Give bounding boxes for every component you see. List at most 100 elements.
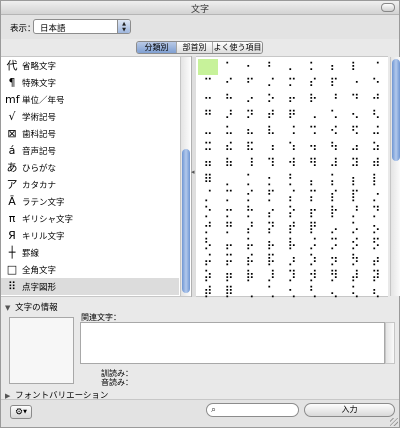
braille-cell[interactable]: ⡈: [198, 187, 218, 203]
braille-cell[interactable]: ⡫: [366, 235, 386, 251]
braille-cell[interactable]: ⡐: [366, 187, 386, 203]
braille-cell[interactable]: ⡝: [261, 219, 281, 235]
category-item[interactable]: 代省略文字: [1, 57, 179, 74]
braille-cell[interactable]: ⠔: [240, 91, 260, 107]
braille-cell[interactable]: ⠮: [219, 139, 239, 155]
braille-cell[interactable]: ⠯: [240, 139, 260, 155]
category-item[interactable]: ┼ 罫線: [1, 244, 179, 261]
resize-grip[interactable]: [390, 418, 398, 426]
braille-cell[interactable]: ⡤: [219, 235, 239, 251]
braille-cell[interactable]: ⡡: [345, 219, 365, 235]
braille-cell[interactable]: ⠉: [198, 75, 218, 91]
braille-cell[interactable]: ⠢: [345, 107, 365, 123]
title-bar[interactable]: 文字: [1, 1, 399, 15]
braille-cell[interactable]: ⠙: [345, 91, 365, 107]
category-item[interactable]: Я キリル文字: [1, 227, 179, 244]
braille-cell[interactable]: ⠎: [303, 75, 323, 91]
braille-cell[interactable]: ⡴: [366, 251, 386, 267]
braille-cell[interactable]: ⡒: [219, 203, 239, 219]
braille-cell[interactable]: ⢅: [345, 283, 365, 299]
braille-cell[interactable]: ⠧: [261, 123, 281, 139]
braille-cell[interactable]: ⡅: [324, 171, 344, 187]
braille-cell[interactable]: ⡦: [261, 235, 281, 251]
braille-cell[interactable]: ⡹: [282, 267, 302, 283]
braille-cell[interactable]: ⠇: [345, 59, 365, 75]
braille-cell[interactable]: ⠡: [324, 107, 344, 123]
category-list-scroll-thumb[interactable]: [182, 149, 190, 293]
braille-cell[interactable]: ⡇: [366, 171, 386, 187]
braille-cell[interactable]: ⠿: [198, 171, 218, 187]
braille-cell[interactable]: ⠟: [282, 107, 302, 123]
braille-cell[interactable]: ⡘: [345, 203, 365, 219]
braille-cell[interactable]: ⠁: [219, 59, 239, 75]
braille-cell[interactable]: ⠈: [366, 59, 386, 75]
braille-cell[interactable]: ⡊: [240, 187, 260, 203]
braille-cell[interactable]: ⡄: [303, 171, 323, 187]
braille-cell[interactable]: ⡧: [282, 235, 302, 251]
braille-cell[interactable]: ⡃: [282, 171, 302, 187]
category-item[interactable]: アカタカナ: [1, 176, 179, 193]
character-grid-scrollbar[interactable]: [390, 57, 400, 296]
braille-cell[interactable]: ⡽: [366, 267, 386, 283]
braille-cell[interactable]: ⠛: [198, 107, 218, 123]
braille-cell[interactable]: ⡗: [324, 203, 344, 219]
search-field[interactable]: ⌕: [206, 403, 299, 417]
braille-cell[interactable]: ⠠: [303, 107, 323, 123]
braille-cell[interactable]: ⠝: [240, 107, 260, 123]
braille-cell[interactable]: ⡙: [366, 203, 386, 219]
braille-cell[interactable]: ⡯: [261, 251, 281, 267]
related-characters-scrollbar[interactable]: [385, 322, 395, 364]
braille-cell[interactable]: ⠽: [345, 155, 365, 171]
braille-cell[interactable]: ⡆: [345, 171, 365, 187]
character-info-disclosure[interactable]: ▼ 文字の情報: [5, 301, 58, 313]
braille-cell[interactable]: ⠲: [303, 139, 323, 155]
braille-cell[interactable]: ⡓: [240, 203, 260, 219]
braille-cell[interactable]: ⠶: [198, 155, 218, 171]
category-item[interactable]: Ā ラテン文字: [1, 193, 179, 210]
braille-cell[interactable]: ⡕: [282, 203, 302, 219]
category-item[interactable]: √ 学術記号: [1, 108, 179, 125]
braille-cell[interactable]: ⡶: [219, 267, 239, 283]
tab-by-category[interactable]: 分類別: [137, 42, 177, 53]
category-item[interactable]: ¶ 特殊文字: [1, 74, 179, 91]
braille-cell[interactable]: ⡣: [198, 235, 218, 251]
braille-cell[interactable]: ⡉: [219, 187, 239, 203]
braille-cell[interactable]: ⠃: [261, 59, 281, 75]
braille-cell[interactable]: ⢁: [261, 283, 281, 299]
braille-cell[interactable]: ⢂: [282, 283, 302, 299]
braille-cell[interactable]: ⠏: [324, 75, 344, 91]
braille-cell[interactable]: ⡼: [345, 267, 365, 283]
braille-cell[interactable]: ⠕: [261, 91, 281, 107]
braille-cell[interactable]: ⠄: [282, 59, 302, 75]
braille-cell[interactable]: ⠆: [324, 59, 344, 75]
braille-cell[interactable]: ⠸: [240, 155, 260, 171]
braille-cell[interactable]: ⡿: [219, 283, 239, 299]
braille-cell[interactable]: ⡲: [324, 251, 344, 267]
braille-cell[interactable]: ⠼: [324, 155, 344, 171]
braille-cell[interactable]: ⡢: [366, 219, 386, 235]
braille-cell[interactable]: ⡍: [303, 187, 323, 203]
braille-cell[interactable]: ⠑: [366, 75, 386, 91]
braille-cell[interactable]: ⡩: [324, 235, 344, 251]
braille-cell[interactable]: ⡠: [324, 219, 344, 235]
braille-cell[interactable]: ⡔: [261, 203, 281, 219]
braille-cell[interactable]: ⠭: [198, 139, 218, 155]
braille-cell[interactable]: ⡸: [261, 267, 281, 283]
braille-cell[interactable]: ⡚: [198, 219, 218, 235]
braille-cell[interactable]: ⠴: [345, 139, 365, 155]
braille-cell[interactable]: ⡖: [303, 203, 323, 219]
tab-by-radical[interactable]: 部首別: [177, 42, 213, 53]
braille-cell[interactable]: ⠜: [219, 107, 239, 123]
braille-cell[interactable]: ⡺: [303, 267, 323, 283]
braille-cell[interactable]: ⠒: [198, 91, 218, 107]
action-menu-button[interactable]: ⚙▼: [10, 405, 32, 419]
braille-cell[interactable]: ⠹: [261, 155, 281, 171]
braille-cell[interactable]: ⠘: [324, 91, 344, 107]
braille-cell[interactable]: ⡪: [345, 235, 365, 251]
braille-cell[interactable]: ⠅: [303, 59, 323, 75]
braille-cell[interactable]: ⠌: [261, 75, 281, 91]
language-select[interactable]: 日本語 ▲ ▼: [33, 19, 131, 34]
braille-cell[interactable]: ⠻: [303, 155, 323, 171]
braille-cell[interactable]: ⡟: [303, 219, 323, 235]
braille-cell[interactable]: ⠤: [198, 123, 218, 139]
